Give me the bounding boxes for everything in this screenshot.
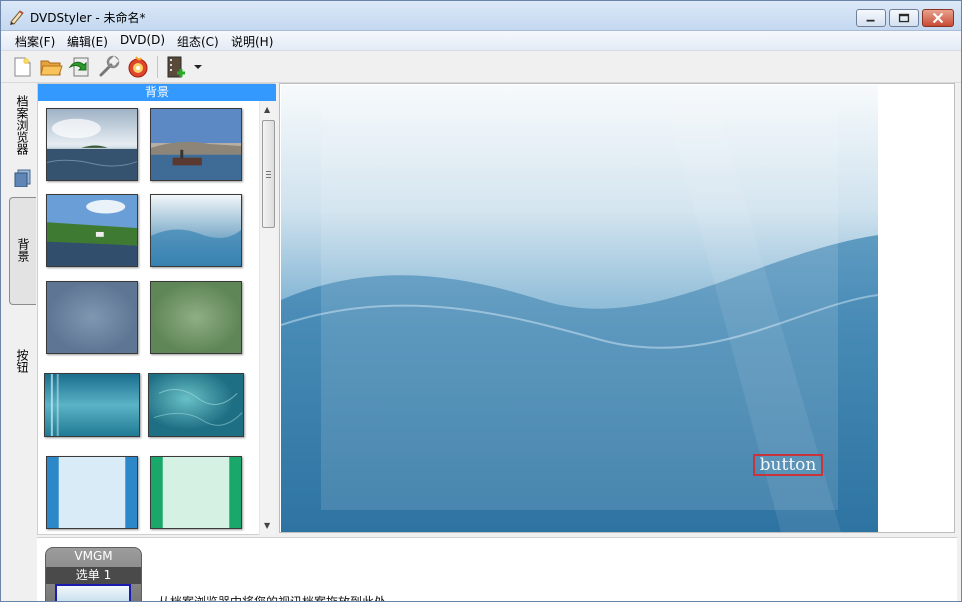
toolbar-separator xyxy=(157,56,158,78)
menu-editor-area: button xyxy=(279,83,955,533)
minimize-icon xyxy=(866,19,875,22)
menu-configure[interactable]: 组态(C) xyxy=(175,33,221,50)
settings-button[interactable] xyxy=(97,55,121,79)
menu1-label: 选单 1 xyxy=(46,567,141,584)
close-icon xyxy=(932,12,944,24)
vmgm-menu-item[interactable]: VMGM 选单 1 xyxy=(45,547,142,601)
menu-file[interactable]: 档案(F) xyxy=(13,33,57,50)
save-button[interactable] xyxy=(68,55,92,79)
thumbnail-teal-stripes[interactable] xyxy=(44,373,140,437)
side-tabs: 档案浏览器 背景 按钮 xyxy=(1,83,37,535)
title-bar: DVDStyler - 未命名* xyxy=(1,1,961,31)
thumbnail-mint-frame[interactable] xyxy=(150,456,242,529)
menu-bar: 档案(F) 编辑(E) DVD(D) 组态(C) 说明(H) xyxy=(1,31,961,51)
menu-dvd[interactable]: DVD(D) xyxy=(118,33,167,47)
thumbnail-green-blur[interactable] xyxy=(150,281,242,354)
thumbnail-slate-blur[interactable] xyxy=(46,281,138,354)
add-video-icon xyxy=(167,56,185,78)
thumbnail-blue-waves[interactable] xyxy=(150,194,242,267)
tab-file-browser[interactable]: 档案浏览器 xyxy=(9,91,36,189)
window-title: DVDStyler - 未命名* xyxy=(30,11,146,25)
new-file-icon xyxy=(14,57,31,77)
scrollbar-thumb[interactable] xyxy=(262,120,275,228)
open-folder-icon xyxy=(40,60,63,76)
dvdstyler-app-icon xyxy=(10,10,24,25)
open-button[interactable] xyxy=(39,55,63,79)
add-file-button[interactable] xyxy=(165,55,189,79)
background-thumbnail-list xyxy=(38,101,258,535)
dropdown-arrow-icon xyxy=(194,65,202,69)
titleset-area: VMGM 选单 1 从档案浏览器中将您的视讯档案拖放到此处 xyxy=(37,537,957,602)
close-button[interactable] xyxy=(922,9,954,27)
burn-button[interactable] xyxy=(126,55,150,79)
thumbnail-harbor-boat[interactable] xyxy=(150,108,242,181)
thumbnail-ocean-island[interactable] xyxy=(46,108,138,181)
thumbnail-teal-texture[interactable] xyxy=(148,373,244,437)
background-panel-header: 背景 xyxy=(38,84,276,101)
settings-wrench-icon xyxy=(99,55,120,77)
new-button[interactable] xyxy=(10,55,34,79)
file-browser-icon xyxy=(14,169,31,187)
tab-background-label: 背景 xyxy=(16,238,30,262)
minimize-button[interactable] xyxy=(856,9,886,27)
add-dropdown-button[interactable] xyxy=(192,55,204,79)
scrollbar-grip-icon xyxy=(266,171,271,178)
menu-button-object[interactable]: button xyxy=(753,454,823,476)
thumbnail-river-coast[interactable] xyxy=(46,194,138,267)
burn-disc-icon xyxy=(128,56,148,78)
tab-background[interactable]: 背景 xyxy=(9,197,36,305)
tab-file-browser-label: 档案浏览器 xyxy=(15,95,29,155)
background-panel-scrollbar[interactable]: ▲ ▼ xyxy=(259,101,276,535)
menu-edit[interactable]: 编辑(E) xyxy=(65,33,110,50)
tab-buttons[interactable]: 按钮 xyxy=(9,345,36,385)
maximize-button[interactable] xyxy=(889,9,919,27)
drop-hint-text: 从档案浏览器中将您的视讯档案拖放到此处 xyxy=(158,595,387,602)
scroll-up-icon[interactable]: ▲ xyxy=(264,105,270,114)
menu1-thumbnail[interactable] xyxy=(55,584,131,601)
maximize-icon xyxy=(898,13,910,23)
tab-buttons-label: 按钮 xyxy=(15,349,29,373)
scroll-down-icon[interactable]: ▼ xyxy=(264,521,270,530)
app-window: DVDStyler - 未命名* 档案(F) 编辑(E) DVD(D) 组态(C… xyxy=(0,0,962,602)
menu-canvas[interactable]: button xyxy=(281,85,878,532)
toolbar xyxy=(1,51,961,83)
vmgm-label: VMGM xyxy=(74,549,113,563)
thumbnail-light-blue-frame[interactable] xyxy=(46,456,138,529)
save-icon xyxy=(68,57,89,77)
background-panel: 背景 ▲ ▼ xyxy=(37,83,276,535)
menu-help[interactable]: 说明(H) xyxy=(229,33,275,50)
